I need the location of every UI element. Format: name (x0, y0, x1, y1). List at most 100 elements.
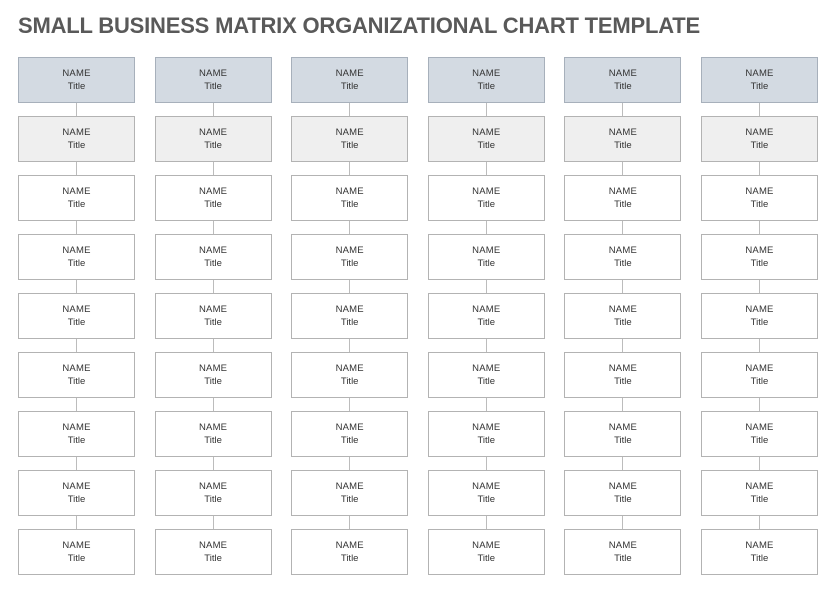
org-node-r8-c5[interactable]: NAMETitle (564, 470, 681, 516)
org-node-r7-c3[interactable]: NAMETitle (291, 411, 408, 457)
org-node-r3-c1[interactable]: NAMETitle (18, 175, 135, 221)
org-node-title: Title (751, 554, 769, 564)
org-node-r7-c1[interactable]: NAMETitle (18, 411, 135, 457)
org-connector-r7-c2 (213, 457, 214, 470)
org-node-r4-c3[interactable]: NAMETitle (291, 234, 408, 280)
org-connector-r5-c1 (76, 339, 77, 352)
org-node-r3-c2[interactable]: NAMETitle (155, 175, 272, 221)
org-connector-r1-c1 (76, 103, 77, 116)
org-node-r3-c5[interactable]: NAMETitle (564, 175, 681, 221)
org-connector-r7-c5 (622, 457, 623, 470)
org-node-r2-c5[interactable]: NAMETitle (564, 116, 681, 162)
org-node-title: Title (341, 495, 359, 505)
org-node-title: Title (68, 82, 86, 92)
org-node-title: Title (204, 259, 222, 269)
org-node-name: NAME (199, 541, 227, 551)
org-node-r6-c5[interactable]: NAMETitle (564, 352, 681, 398)
org-node-name: NAME (199, 69, 227, 79)
org-node-name: NAME (609, 423, 637, 433)
org-connector-r7-c4 (486, 457, 487, 470)
org-node-r9-c3[interactable]: NAMETitle (291, 529, 408, 575)
org-node-r5-c4[interactable]: NAMETitle (428, 293, 545, 339)
org-node-name: NAME (745, 305, 773, 315)
org-connector-r2-c4 (486, 162, 487, 175)
org-node-r1-c3[interactable]: NAME Title (291, 57, 408, 103)
org-node-title: Title (341, 141, 359, 151)
org-node-r9-c2[interactable]: NAMETitle (155, 529, 272, 575)
org-node-r6-c6[interactable]: NAMETitle (701, 352, 818, 398)
org-node-r2-c6[interactable]: NAMETitle (701, 116, 818, 162)
org-node-r4-c1[interactable]: NAMETitle (18, 234, 135, 280)
org-connector-r5-c6 (759, 339, 760, 352)
org-connector-r3-c2 (213, 221, 214, 234)
org-node-title: Title (614, 82, 632, 92)
org-node-r6-c3[interactable]: NAMETitle (291, 352, 408, 398)
org-connector-r5-c4 (486, 339, 487, 352)
org-node-name: NAME (472, 69, 500, 79)
org-node-r9-c6[interactable]: NAME Title (701, 529, 818, 575)
org-node-r8-c4[interactable]: NAMETitle (428, 470, 545, 516)
org-node-name: NAME (472, 541, 500, 551)
org-node-r4-c2[interactable]: NAMETitle (155, 234, 272, 280)
org-connector-r6-c3 (349, 398, 350, 411)
org-node-title: Title (68, 377, 86, 387)
org-node-name: NAME (62, 482, 90, 492)
org-node-r7-c5[interactable]: NAMETitle (564, 411, 681, 457)
org-node-title: Title (751, 377, 769, 387)
org-node-r6-c4[interactable]: NAMETitle (428, 352, 545, 398)
org-node-r2-c1[interactable]: NAMETitle (18, 116, 135, 162)
org-node-r5-c1[interactable]: NAMETitle (18, 293, 135, 339)
org-node-name: NAME (472, 364, 500, 374)
org-node-r6-c2[interactable]: NAMETitle (155, 352, 272, 398)
org-node-r4-c6[interactable]: NAMETitle (701, 234, 818, 280)
org-node-r8-c1[interactable]: NAMETitle (18, 470, 135, 516)
org-node-name: NAME (745, 541, 773, 551)
org-node-title: Title (341, 82, 359, 92)
org-node-r2-c3[interactable]: NAMETitle (291, 116, 408, 162)
org-node-r3-c3[interactable]: NAMETitle (291, 175, 408, 221)
org-node-r7-c2[interactable]: NAMETitle (155, 411, 272, 457)
org-node-r9-c1[interactable]: NAMETitle (18, 529, 135, 575)
org-connector-r2-c6 (759, 162, 760, 175)
org-connector-r4-c1 (76, 280, 77, 293)
org-node-r3-c4[interactable]: NAMETitle (428, 175, 545, 221)
org-node-r5-c3[interactable]: NAMETitle (291, 293, 408, 339)
org-node-name: NAME (609, 541, 637, 551)
org-node-r1-c5[interactable]: NAMETitle (564, 57, 681, 103)
org-node-r8-c3[interactable]: NAMETitle (291, 470, 408, 516)
org-node-name: NAME (62, 128, 90, 138)
org-connector-r3-c5 (622, 221, 623, 234)
org-node-r1-c6[interactable]: NAMETitle (701, 57, 818, 103)
org-node-title: Title (614, 377, 632, 387)
org-node-r1-c4[interactable]: NAMETitle (428, 57, 545, 103)
org-connector-r6-c2 (213, 398, 214, 411)
org-node-r1-c2[interactable]: NAMETitle (155, 57, 272, 103)
org-node-r5-c6[interactable]: NAMETitle (701, 293, 818, 339)
org-node-r7-c6[interactable]: NAMETitle (701, 411, 818, 457)
org-node-r4-c5[interactable]: NAMETitle (564, 234, 681, 280)
org-connector-r4-c6 (759, 280, 760, 293)
org-node-r5-c5[interactable]: NAMETitle (564, 293, 681, 339)
org-node-r4-c4[interactable]: NAMETitle (428, 234, 545, 280)
org-node-r5-c2[interactable]: NAMETitle (155, 293, 272, 339)
org-node-r8-c2[interactable]: NAMETitle (155, 470, 272, 516)
org-node-r2-c2[interactable]: NAMETitle (155, 116, 272, 162)
org-node-r1-c1[interactable]: NAMETitle (18, 57, 135, 103)
org-node-r6-c1[interactable]: NAMETitle (18, 352, 135, 398)
org-node-name: NAME (745, 187, 773, 197)
org-node-name: NAME (336, 69, 364, 79)
org-node-r9-c4[interactable]: NAMETitle (428, 529, 545, 575)
org-node-name: NAME (62, 423, 90, 433)
org-node-r2-c4[interactable]: NAMETitle (428, 116, 545, 162)
org-node-name: NAME (472, 246, 500, 256)
org-node-title: Title (68, 200, 86, 210)
org-node-r8-c6[interactable]: NAMETitle (701, 470, 818, 516)
org-node-title: Title (477, 318, 495, 328)
org-node-r3-c6[interactable]: NAMETitle (701, 175, 818, 221)
org-node-r7-c4[interactable]: NAMETitle (428, 411, 545, 457)
org-node-r9-c5[interactable]: NAMETitle (564, 529, 681, 575)
org-node-title: Title (204, 318, 222, 328)
org-node-name: NAME (609, 128, 637, 138)
org-connector-r4-c3 (349, 280, 350, 293)
org-node-name: NAME (609, 246, 637, 256)
